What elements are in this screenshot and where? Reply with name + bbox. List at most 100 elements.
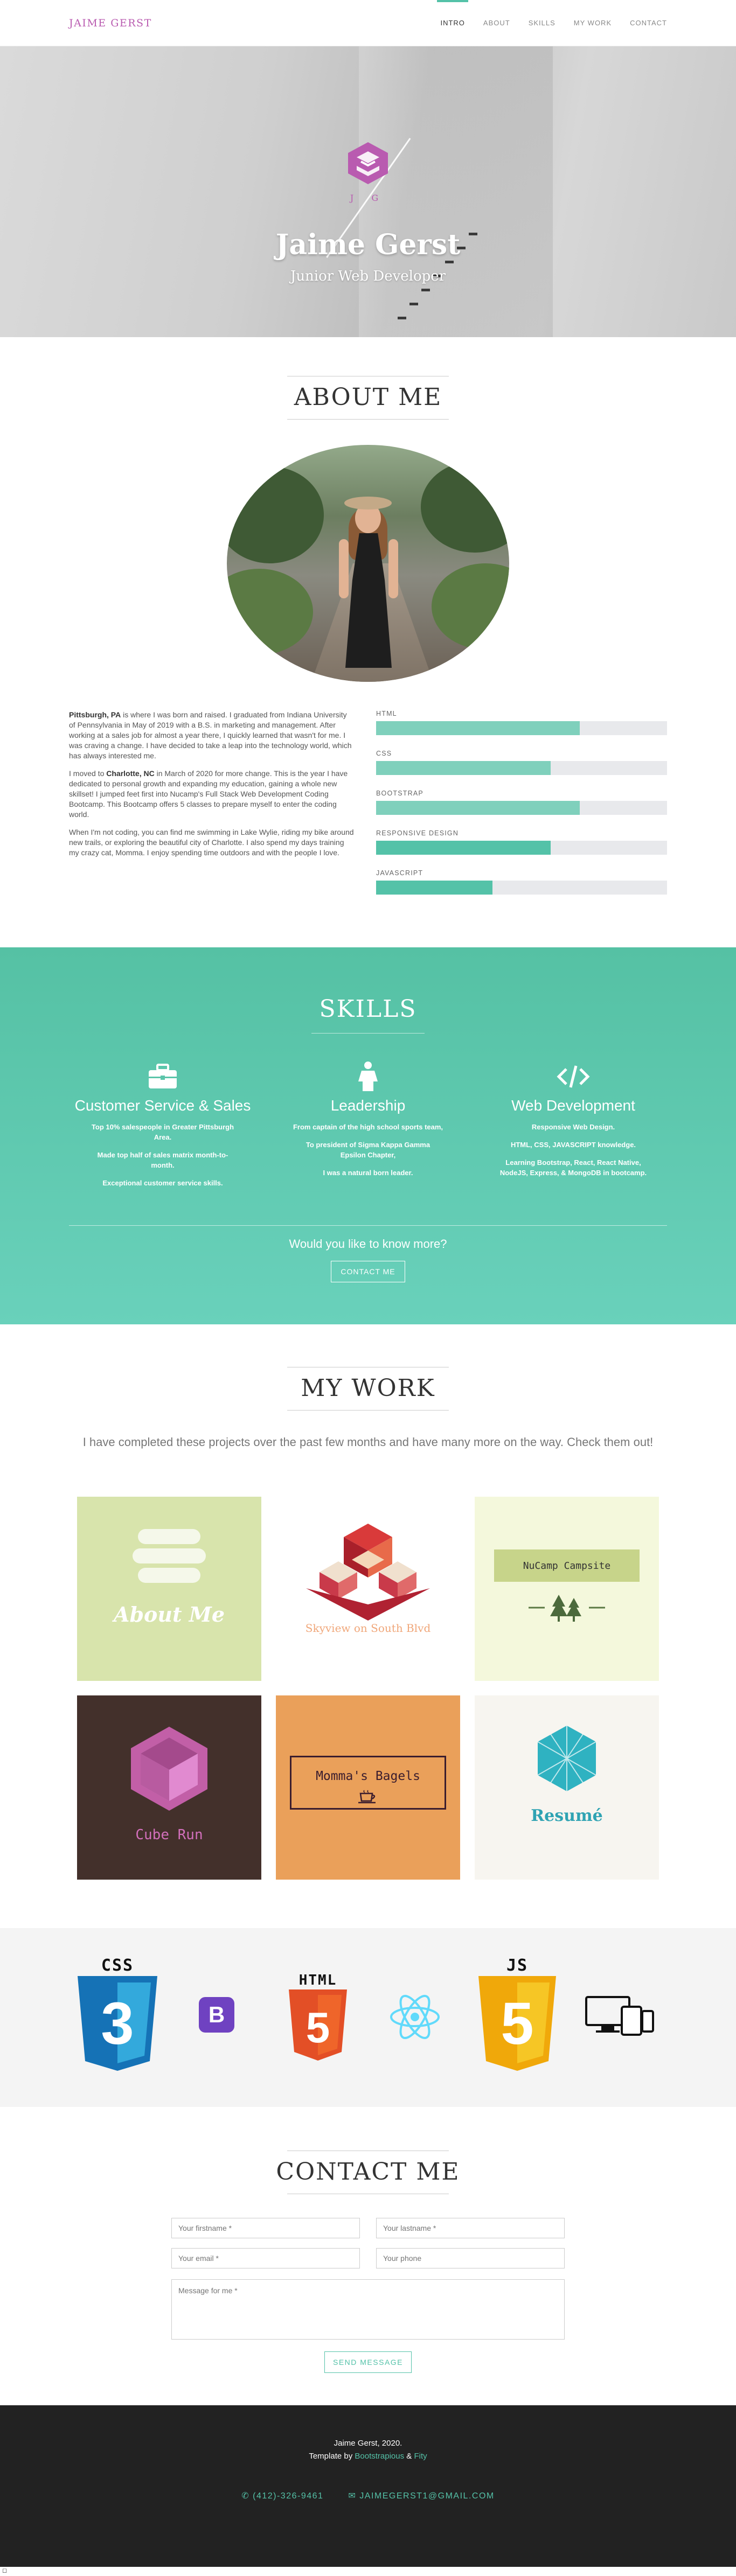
skill-fill [376, 801, 580, 815]
skill-track [376, 721, 667, 735]
nav-links: INTRO ABOUT SKILLS MY WORK CONTACT [437, 0, 667, 46]
project-card-skyview[interactable]: Skyview on South Blvd [276, 1497, 460, 1681]
html5-number: 5 [306, 2003, 330, 2051]
contact-me-button[interactable]: CONTACT ME [331, 1261, 405, 1282]
project-card-label: About Me [113, 1602, 225, 1626]
briefcase-icon [66, 1061, 260, 1092]
hero-banner: J G Jaime Gerst Junior Web Developer [0, 46, 736, 337]
skill-column-item: Made top half of sales matrix month-to-m… [97, 1151, 228, 1169]
phone-icon: ✆ [241, 2491, 253, 2501]
firstname-input[interactable] [171, 2218, 360, 2238]
skill-column-web-dev: Web Development Responsive Web Design. H… [476, 1061, 670, 1178]
skill-bar-css: CSS [376, 750, 667, 775]
skill-label: HTML [376, 710, 397, 717]
bootstrapious-link[interactable]: Bootstrapious [355, 2452, 404, 2461]
jg-logo-icon [348, 142, 388, 184]
skill-track [376, 881, 667, 895]
skill-label: BOOTSTRAP [376, 790, 423, 797]
lastname-input[interactable] [376, 2218, 565, 2238]
profile-photo [227, 445, 509, 682]
contact-title: CONTACT ME [276, 2158, 460, 2186]
footer-phone[interactable]: ✆ (412)-326-9461 [241, 2490, 323, 2501]
footer: Jaime Gerst, 2020. Template by Bootstrap… [0, 2405, 736, 2567]
html5-logo-text: HTML [298, 1972, 337, 1988]
hero-logo-initials: J G [350, 193, 386, 203]
project-card-resume[interactable]: Resumé [475, 1695, 659, 1880]
skill-column-title: Leadership [330, 1097, 406, 1114]
hero-stair-step [421, 289, 430, 291]
project-card-label: Skyview on South Blvd [305, 1622, 431, 1635]
skill-column-item: To president of Sigma Kappa Gamma Epsilo… [305, 1141, 431, 1159]
message-textarea[interactable] [171, 2279, 565, 2340]
send-message-button[interactable]: SEND MESSAGE [324, 2351, 412, 2373]
photo-person-arm [339, 539, 349, 598]
person-icon [271, 1061, 465, 1092]
about-me-card-shape [138, 1529, 200, 1544]
css3-number: 3 [101, 1991, 134, 2057]
phone-input[interactable] [376, 2248, 565, 2268]
skill-label: JAVASCRIPT [376, 869, 423, 877]
email-input[interactable] [171, 2248, 360, 2268]
corner-artifact: ◻ [2, 2567, 8, 2574]
footer-credits-amp: & [404, 2452, 414, 2461]
skill-column-sales: Customer Service & Sales Top 10% salespe… [66, 1061, 260, 1188]
about-paragraph-2-pre: I moved to [69, 769, 107, 778]
photo-person-arm [388, 539, 398, 598]
skill-track [376, 761, 667, 775]
about-title-line-bottom [287, 419, 449, 420]
about-paragraph-1: Pittsburgh, PA is where I was born and r… [69, 710, 355, 761]
skill-column-item: Learning Bootstrap, React, React Native,… [499, 1158, 647, 1177]
javascript-logo-icon: JS 5 [475, 1956, 559, 2072]
skill-column-item: I was a natural born leader. [323, 1169, 413, 1177]
photo-tree [227, 466, 324, 563]
responsive-devices-icon [584, 1995, 654, 2036]
css3-shield: 3 [78, 1976, 157, 2071]
project-card-about-me[interactable]: About Me [77, 1497, 261, 1681]
hero-stair-step [409, 303, 418, 305]
envelope-icon: ✉ [348, 2491, 360, 2501]
nucamp-banner: NuCamp Campsite [494, 1549, 640, 1582]
cta-text: Would you like to know more? [289, 1237, 447, 1251]
nav-link-skills[interactable]: SKILLS [529, 0, 556, 46]
skill-column-item: Exceptional customer service skills. [102, 1179, 223, 1187]
coffee-cup-icon [358, 1790, 376, 1804]
skills-section: SKILLS Customer Service & Sales Top 10% … [0, 947, 736, 1324]
nav-link-about[interactable]: ABOUT [483, 0, 510, 46]
skill-column-item: HTML, CSS, JAVASCRIPT knowledge. [510, 1141, 636, 1149]
about-hometown: Pittsburgh, PA [69, 710, 121, 719]
fity-link[interactable]: Fity [414, 2452, 427, 2461]
skill-column-item: Responsive Web Design. [531, 1123, 615, 1131]
js-number: 5 [501, 1991, 533, 2057]
footer-phone-text: (412)-326-9461 [253, 2491, 324, 2501]
css3-logo-text: CSS [101, 1956, 134, 1975]
skill-column-item: From captain of the high school sports t… [293, 1123, 443, 1131]
skill-bar-javascript: JAVASCRIPT [376, 869, 667, 895]
nav-link-contact[interactable]: CONTACT [630, 0, 667, 46]
photo-person-hat [344, 497, 392, 509]
bootstrap-letter: B [199, 1997, 234, 2033]
about-title: ABOUT ME [294, 383, 442, 411]
project-card-nucamp[interactable]: NuCamp Campsite [475, 1497, 659, 1681]
project-card-label: Resumé [531, 1806, 603, 1825]
skills-title-line [311, 1033, 425, 1034]
footer-contact: ✆ (412)-326-9461 ✉ JAIMEGERST1@GMAIL.COM [0, 2490, 736, 2501]
hero-wall-shade [359, 46, 553, 337]
js-shield: 5 [478, 1976, 556, 2071]
nav-link-my-work[interactable]: MY WORK [574, 0, 612, 46]
project-card-cube-run[interactable]: Cube Run [77, 1695, 261, 1880]
nav-link-intro[interactable]: INTRO [437, 0, 469, 46]
skill-column-title: Web Development [511, 1097, 635, 1114]
about-current-city: Charlotte, NC [106, 769, 155, 778]
html5-shield: 5 [289, 1989, 347, 2061]
footer-email[interactable]: ✉ JAIMEGERST1@GMAIL.COM [348, 2490, 494, 2501]
skill-track [376, 841, 667, 855]
work-title: MY WORK [301, 1374, 435, 1402]
brand-logo-text[interactable]: JAIME GERST [69, 17, 152, 29]
skill-bar-html: HTML [376, 710, 667, 735]
bootstrap-logo-icon: B [199, 1997, 234, 2033]
project-card-mommas-bagels[interactable]: Momma's Bagels [276, 1695, 460, 1880]
project-card-label: NuCamp Campsite [523, 1560, 611, 1572]
react-logo-icon [389, 1994, 441, 2040]
project-card-label: Cube Run [135, 1827, 203, 1843]
hero-name: Jaime Gerst [275, 228, 461, 261]
